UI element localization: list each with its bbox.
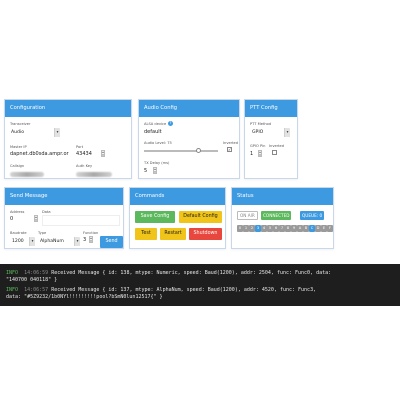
gpio-pin-stepper[interactable]: ▴ ▾ xyxy=(258,150,262,157)
ptt-method-label: PTT Method xyxy=(250,122,272,126)
data-field[interactable] xyxy=(42,215,120,226)
send-message-panel: Send Message Address 0 ▴ ▾ Data Baudrate … xyxy=(4,187,124,249)
port-stepper[interactable]: ▴ ▾ xyxy=(101,150,105,157)
commands-panel: Commands Save Config Default Config Test… xyxy=(129,187,226,249)
master-ip-field[interactable]: dapnet.db0sda.ampr.or xyxy=(10,151,69,157)
slider-thumb[interactable] xyxy=(195,148,201,153)
log-line: INFO 14:06:57 Received Message { id: 137… xyxy=(6,287,316,293)
ptt-inverted-label: Inverted xyxy=(269,144,285,148)
chevron-down-icon: ▾ xyxy=(74,237,80,246)
shutdown-button[interactable]: Shutdown xyxy=(189,228,222,240)
connected-badge: CONNECTED xyxy=(261,211,292,220)
log-message: Received Message { id: 138, mtype: Numer… xyxy=(51,270,332,276)
port-label: Port xyxy=(76,145,84,149)
slider-track xyxy=(144,150,218,152)
baudrate-select[interactable]: 1200 ▾ xyxy=(10,237,35,248)
configuration-panel: Configuration Transceiver Audio ▾ Master… xyxy=(4,99,132,179)
function-field[interactable]: 3 xyxy=(83,237,86,243)
status-panel: Status ON AIR CONNECTED QUEUE: 0 0123456… xyxy=(231,187,334,249)
log-line-cont: "140700 040118" } xyxy=(6,277,58,283)
alsa-device-field[interactable]: default xyxy=(144,129,162,135)
auth-key-field[interactable] xyxy=(76,172,112,177)
data-label: Data xyxy=(42,210,51,214)
restart-button[interactable]: Restart xyxy=(160,228,186,240)
auth-key-label: Auth Key xyxy=(76,164,93,168)
gpio-pin-field[interactable]: 1 xyxy=(250,151,253,157)
log-time: 14:06:59 xyxy=(24,270,49,276)
log-level: INFO xyxy=(6,287,19,293)
status-title: Status xyxy=(232,188,333,205)
timeslot-row: 0123456789ABCDEF xyxy=(237,225,333,233)
save-config-button[interactable]: Save Config xyxy=(135,211,175,223)
test-button[interactable]: Test xyxy=(135,228,157,240)
transceiver-select[interactable]: Audio ▾ xyxy=(10,128,60,139)
baudrate-label: Baudrate xyxy=(10,231,27,235)
address-field[interactable]: 0 xyxy=(10,216,13,222)
timeslot-f: F xyxy=(327,225,333,232)
ptt-inverted-checkbox[interactable] xyxy=(272,150,277,155)
log-message: Received Message { id: 137, mtype: Alpha… xyxy=(51,287,317,293)
master-ip-label: Master IP xyxy=(10,145,27,149)
audio-level-label: Audio Level: 75 xyxy=(144,141,172,145)
info-icon[interactable]: ? xyxy=(168,121,173,126)
log-time: 14:06:57 xyxy=(24,287,49,293)
type-select[interactable]: AlphaNum ▾ xyxy=(38,237,80,248)
gpio-pin-label: GPIO Pin xyxy=(250,144,266,148)
log-line-cont: data: "#5Z9232/1b0NYl!!!!!!!!!pool?bSmN0… xyxy=(6,294,163,300)
ptt-method-select[interactable]: GPIO ▾ xyxy=(250,128,290,139)
audio-config-panel: Audio Config ALSA device ? default Audio… xyxy=(138,99,240,179)
transceiver-label: Transceiver xyxy=(10,122,31,126)
send-message-title: Send Message xyxy=(5,188,123,205)
callsign-label: Callsign xyxy=(10,164,25,168)
log-console: INFO 14:06:59 Received Message { id: 138… xyxy=(0,264,400,306)
log-level: INFO xyxy=(6,270,19,276)
tx-delay-field[interactable]: 5 xyxy=(144,168,147,174)
address-stepper[interactable]: ▴ ▾ xyxy=(34,215,38,222)
tx-delay-stepper[interactable]: ▴ ▾ xyxy=(153,167,157,174)
chevron-down-icon: ▾ xyxy=(284,128,290,137)
default-config-button[interactable]: Default Config xyxy=(179,211,222,223)
type-label: Type xyxy=(38,231,47,235)
log-line: INFO 14:06:59 Received Message { id: 138… xyxy=(6,270,331,276)
audio-inverted-checkbox[interactable]: ✓ xyxy=(227,147,232,152)
chevron-down-icon: ▾ xyxy=(54,128,60,137)
on-air-badge: ON AIR xyxy=(237,211,258,220)
address-label: Address xyxy=(10,210,25,214)
audio-inverted-label: Inverted xyxy=(223,141,239,145)
ptt-config-panel: PTT Config PTT Method GPIO ▾ GPIO Pin 1 … xyxy=(244,99,298,179)
audio-level-slider[interactable] xyxy=(144,148,218,154)
commands-title: Commands xyxy=(130,188,225,205)
queue-badge: QUEUE: 0 xyxy=(300,211,325,220)
function-stepper[interactable]: ▴ ▾ xyxy=(89,236,93,243)
configuration-title: Configuration xyxy=(5,100,131,117)
tx-delay-label: TX Delay (ms) xyxy=(144,161,170,165)
audio-config-title: Audio Config xyxy=(139,100,239,117)
callsign-field[interactable] xyxy=(10,172,44,177)
send-button[interactable]: Send xyxy=(100,236,123,248)
alsa-device-label: ALSA device xyxy=(144,122,167,126)
ptt-config-title: PTT Config xyxy=(245,100,297,117)
chevron-down-icon: ▾ xyxy=(29,237,35,246)
function-label: Function xyxy=(83,231,99,235)
port-field[interactable]: 43434 xyxy=(76,151,92,157)
